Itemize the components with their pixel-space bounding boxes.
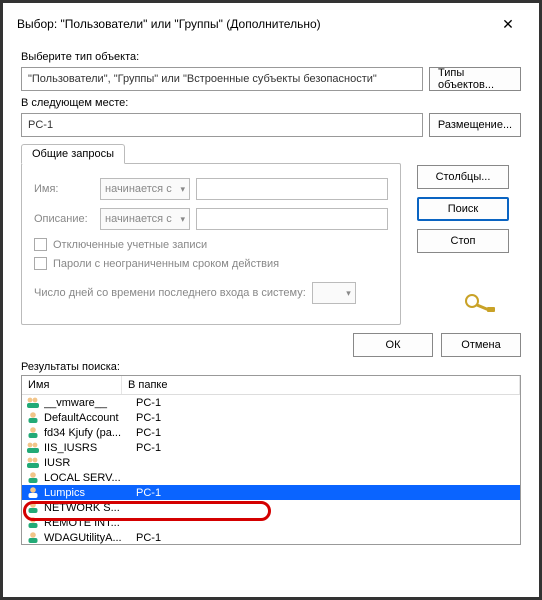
list-item-name: Lumpics xyxy=(44,487,126,499)
list-item-folder: PC-1 xyxy=(130,427,516,439)
column-folder-header[interactable]: В папке xyxy=(122,376,520,394)
group-icon xyxy=(26,396,40,409)
location-label: В следующем месте: xyxy=(21,97,521,109)
location-field: PC-1 xyxy=(21,113,423,137)
list-item-name: IIS_IUSRS xyxy=(44,442,126,454)
name-label: Имя: xyxy=(34,183,94,195)
user-icon xyxy=(26,411,40,424)
list-item[interactable]: fd34 Kjufy (pa... PC-1 xyxy=(22,425,520,440)
chevron-down-icon: ▾ xyxy=(346,288,351,299)
search-icon xyxy=(455,291,503,313)
columns-button[interactable]: Столбцы... xyxy=(417,165,509,189)
tab-common-queries[interactable]: Общие запросы xyxy=(21,144,125,164)
list-item[interactable]: REMOTE INT... xyxy=(22,515,520,530)
user-icon xyxy=(26,516,40,529)
object-types-button[interactable]: Типы объектов... xyxy=(429,67,521,91)
list-item[interactable]: Lumpics PC-1 xyxy=(22,485,520,500)
location-button[interactable]: Размещение... xyxy=(429,113,521,137)
titlebar: Выбор: "Пользователи" или "Группы" (Допо… xyxy=(9,9,533,39)
user-icon xyxy=(26,471,40,484)
description-match-combo[interactable]: начинается с▾ xyxy=(100,208,190,230)
results-list[interactable]: Имя В папке __vmware__PC-1DefaultAccount… xyxy=(21,375,521,545)
description-label: Описание: xyxy=(34,213,94,225)
dialog-advanced-select: Выбор: "Пользователи" или "Группы" (Допо… xyxy=(9,9,533,591)
days-since-logon-combo[interactable]: ▾ xyxy=(312,282,356,304)
list-item-name: IUSR xyxy=(44,457,126,469)
list-item-name: fd34 Kjufy (pa... xyxy=(44,427,126,439)
group-icon xyxy=(26,456,40,469)
list-item[interactable]: NETWORK S... xyxy=(22,500,520,515)
list-item-folder: PC-1 xyxy=(130,442,516,454)
user-icon xyxy=(26,531,40,544)
chevron-down-icon: ▾ xyxy=(180,214,185,225)
list-item[interactable]: WDAGUtilityA... PC-1 xyxy=(22,530,520,545)
description-input[interactable] xyxy=(196,208,388,230)
group-icon xyxy=(26,441,40,454)
results-header: Имя В папке xyxy=(22,376,520,395)
window-title: Выбор: "Пользователи" или "Группы" (Допо… xyxy=(17,17,491,31)
user-icon xyxy=(26,486,40,499)
list-item-name: WDAGUtilityA... xyxy=(44,532,126,544)
list-item-name: DefaultAccount xyxy=(44,412,126,424)
object-type-field: "Пользователи", "Группы" или "Встроенные… xyxy=(21,67,423,91)
results-label: Результаты поиска: xyxy=(9,357,533,375)
list-item-name: NETWORK S... xyxy=(44,502,126,514)
list-item[interactable]: __vmware__ PC-1 xyxy=(22,395,520,410)
list-item-folder: PC-1 xyxy=(130,487,516,499)
object-type-label: Выберите тип объекта: xyxy=(21,51,521,63)
list-item-name: LOCAL SERV... xyxy=(44,472,126,484)
close-button[interactable]: ✕ xyxy=(491,11,525,37)
chevron-down-icon: ▾ xyxy=(180,184,185,195)
list-item-folder: PC-1 xyxy=(130,412,516,424)
nonexpiring-passwords-label: Пароли с неограниченным сроком действия xyxy=(53,258,279,270)
stop-button[interactable]: Стоп xyxy=(417,229,509,253)
list-item[interactable]: DefaultAccount PC-1 xyxy=(22,410,520,425)
list-item-folder: PC-1 xyxy=(130,532,516,544)
disabled-accounts-checkbox[interactable] xyxy=(34,238,47,251)
list-item[interactable]: IIS_IUSRS PC-1 xyxy=(22,440,520,455)
search-button[interactable]: Поиск xyxy=(417,197,509,221)
user-icon xyxy=(26,426,40,439)
disabled-accounts-label: Отключенные учетные записи xyxy=(53,239,207,251)
cancel-button[interactable]: Отмена xyxy=(441,333,521,357)
name-match-combo[interactable]: начинается с▾ xyxy=(100,178,190,200)
name-input[interactable] xyxy=(196,178,388,200)
list-item[interactable]: LOCAL SERV... xyxy=(22,470,520,485)
list-item-name: REMOTE INT... xyxy=(44,517,126,529)
list-item-name: __vmware__ xyxy=(44,397,126,409)
common-queries-group: Имя: начинается с▾ Описание: начинается … xyxy=(21,163,401,325)
list-item-folder: PC-1 xyxy=(130,397,516,409)
list-item[interactable]: IUSR xyxy=(22,455,520,470)
ok-button[interactable]: ОК xyxy=(353,333,433,357)
user-icon xyxy=(26,501,40,514)
nonexpiring-passwords-checkbox[interactable] xyxy=(34,257,47,270)
column-name-header[interactable]: Имя xyxy=(22,376,122,394)
days-since-logon-label: Число дней со времени последнего входа в… xyxy=(34,287,306,299)
